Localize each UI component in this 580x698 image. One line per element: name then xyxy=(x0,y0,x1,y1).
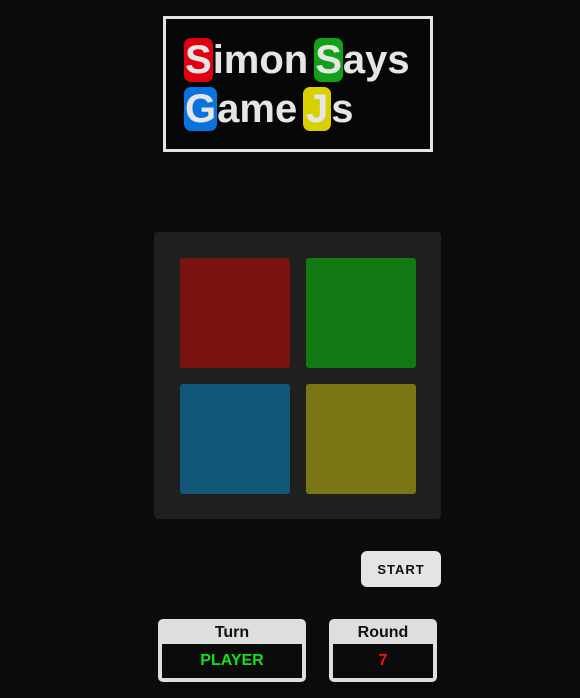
start-button[interactable]: START xyxy=(361,551,441,587)
yellow-pad[interactable] xyxy=(306,384,416,494)
title-letter-badge-green: S xyxy=(314,38,343,82)
title-letter-badge-blue: G xyxy=(184,87,218,131)
turn-value: PLAYER xyxy=(162,644,302,678)
green-pad[interactable] xyxy=(306,258,416,368)
title-letter-badge-yellow: J xyxy=(303,87,332,131)
game-board xyxy=(154,232,441,519)
title-word-simon: imon xyxy=(212,38,309,82)
round-value: 7 xyxy=(333,644,433,678)
game-title: S imon S ays G ame J s xyxy=(163,16,433,152)
round-label: Round xyxy=(357,623,409,641)
title-letter-badge-red: S xyxy=(184,38,213,82)
title-line-2: G ame J s xyxy=(184,87,353,131)
turn-panel: Turn PLAYER xyxy=(158,619,306,682)
blue-pad[interactable] xyxy=(180,384,290,494)
turn-label: Turn xyxy=(214,623,250,641)
title-line-1: S imon S ays xyxy=(184,38,410,82)
red-pad[interactable] xyxy=(180,258,290,368)
title-word-js: s xyxy=(331,87,354,131)
title-word-game: ame xyxy=(217,87,298,131)
game-page: S imon S ays G ame J s START Turn PLAYER… xyxy=(0,0,580,698)
title-word-says: ays xyxy=(342,38,410,82)
round-panel: Round 7 xyxy=(329,619,437,682)
